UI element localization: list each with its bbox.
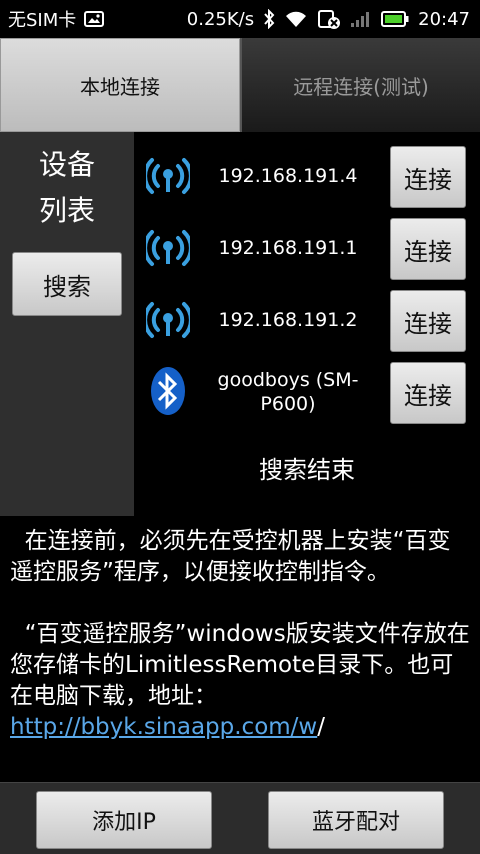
tab-label: 远程连接(测试)	[293, 74, 429, 99]
device-address: 192.168.191.2	[218, 309, 358, 331]
bluetooth-pair-button[interactable]: 蓝牙配对	[268, 791, 444, 849]
tab-local-connection[interactable]: 本地连接	[0, 38, 240, 132]
device-list-title: 设备 列表	[38, 148, 95, 227]
connect-button[interactable]: 连接	[390, 290, 466, 352]
download-link[interactable]: http://bbyk.sinaapp.com/w	[10, 714, 317, 740]
wifi-status-icon	[284, 10, 308, 28]
instruction-paragraph: “百变遥控服务”windows版安装文件存放在您存储卡的LimitlessRem…	[10, 619, 470, 743]
wifi-icon	[143, 226, 193, 270]
list-item: 192.168.191.1 连接	[134, 216, 480, 280]
connect-button[interactable]: 连接	[390, 146, 466, 208]
wifi-icon	[143, 154, 193, 198]
wifi-icon	[143, 298, 193, 342]
device-address: 192.168.191.1	[218, 237, 358, 259]
clock: 20:47	[418, 8, 470, 30]
status-bar: 无SIM卡 0.25K/s 20:47	[0, 0, 480, 38]
network-speed: 0.25K/s	[186, 8, 255, 30]
bluetooth-status-icon	[263, 9, 275, 29]
list-item: 192.168.191.4 连接	[134, 144, 480, 208]
carrier-label: 无SIM卡	[8, 10, 77, 31]
battery-icon	[381, 11, 409, 27]
image-notification-icon	[84, 11, 105, 27]
bottom-toolbar: 添加IP 蓝牙配对	[0, 782, 480, 854]
instruction-text: “百变遥控服务”windows版安装文件存放在您存储卡的LimitlessRem…	[10, 621, 470, 709]
tab-label: 本地连接	[80, 74, 160, 99]
instruction-paragraph: 在连接前，必须先在受控机器上安装“百变遥控服务”程序，以便接收控制指令。	[10, 528, 451, 585]
add-ip-button[interactable]: 添加IP	[36, 791, 212, 849]
search-button[interactable]: 搜索	[12, 252, 122, 316]
tab-bar: 本地连接 远程连接(测试)	[0, 38, 480, 132]
instructions-text: 在连接前，必须先在受控机器上安装“百变遥控服务”程序，以便接收控制指令。 “百变…	[0, 516, 480, 782]
connect-button[interactable]: 连接	[390, 218, 466, 280]
bluetooth-icon	[146, 367, 190, 415]
sim-error-icon	[317, 9, 341, 29]
device-list: 192.168.191.4 连接 192.168.191.1 连接 192.16…	[134, 132, 480, 516]
main-content: 设备 列表 搜索 192.168.191.4 连接 192.168.191.1 …	[0, 132, 480, 516]
connect-button[interactable]: 连接	[390, 362, 466, 424]
list-item: goodboys (SM-P600) 连接	[134, 360, 480, 424]
tab-remote-connection[interactable]: 远程连接(测试)	[240, 38, 480, 132]
device-sidebar: 设备 列表 搜索	[0, 132, 134, 516]
instruction-text: /	[317, 714, 325, 740]
device-address: 192.168.191.4	[218, 165, 358, 187]
search-status: 搜索结束	[259, 456, 355, 484]
list-item: 192.168.191.2 连接	[134, 288, 480, 352]
signal-icon	[350, 10, 372, 28]
device-name: goodboys (SM-P600)	[217, 369, 359, 415]
